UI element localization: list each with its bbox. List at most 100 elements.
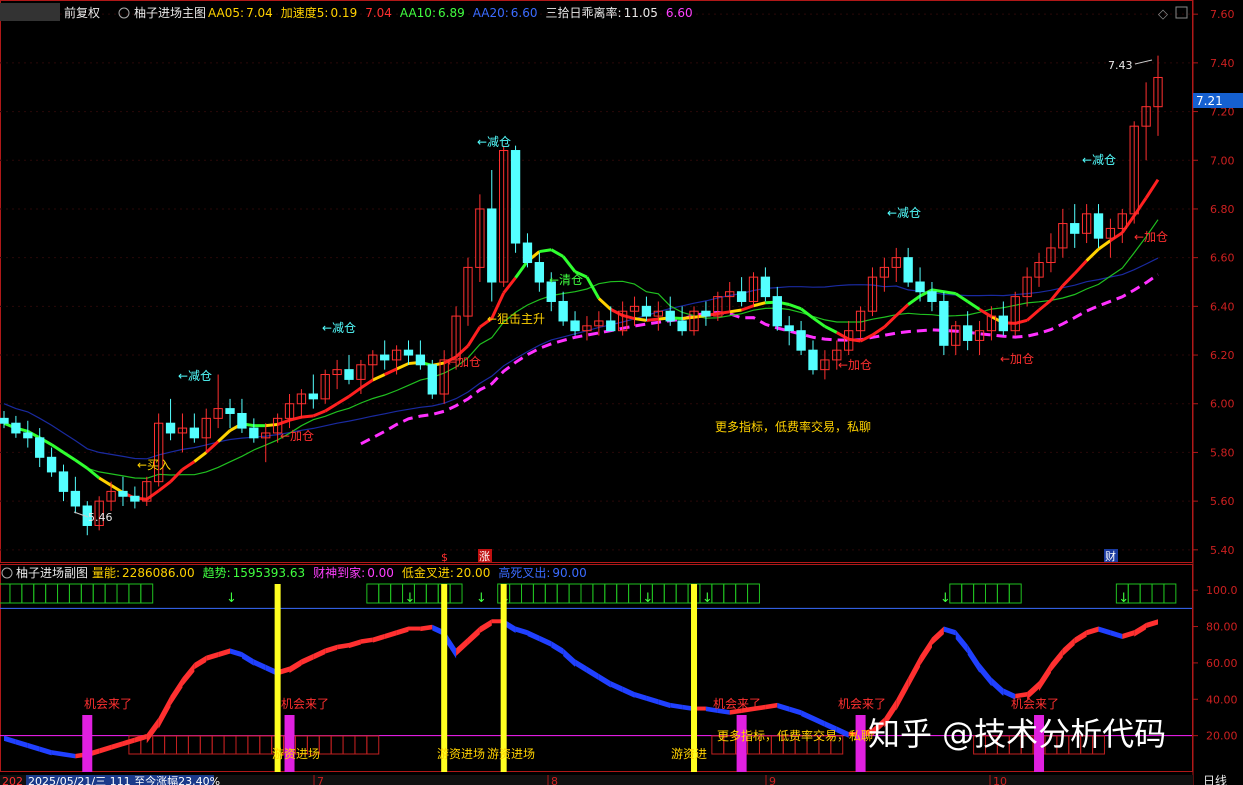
opportunity-label: 机会来了: [84, 697, 132, 711]
osc-band-segment: [646, 695, 659, 705]
green-signal-box: [735, 583, 749, 604]
green-signal-box: [1163, 583, 1177, 604]
main-indicator-title[interactable]: 柚子进场主图: [134, 5, 206, 20]
yellow-signal-bar: [274, 584, 281, 772]
candle-body: [189, 427, 200, 439]
green-signal-box: [604, 583, 618, 604]
osc-tick-label: 100.0: [1206, 584, 1238, 597]
mode-label[interactable]: 前复权: [64, 5, 100, 20]
candle-body: [427, 364, 437, 395]
ma-trend-segment: [169, 468, 184, 483]
red-signal-box: [211, 735, 225, 755]
candle-body: [570, 320, 580, 332]
add-position-signal: ←加仓: [838, 358, 872, 372]
ma-trend-segment: [145, 489, 160, 501]
indicator-value: 11.05: [624, 6, 658, 20]
ma-trend-segment: [50, 443, 65, 454]
osc-band-segment: [979, 662, 992, 687]
current-price-value: 7.21: [1196, 94, 1223, 108]
ma-trend-segment: [466, 326, 482, 347]
green-signal-box: [996, 583, 1010, 604]
green-signal-box: [949, 583, 963, 604]
price-tick-label: 7.40: [1210, 57, 1235, 70]
candle-body: [1070, 223, 1080, 234]
red-signal-box: [235, 735, 249, 755]
green-signal-box: [675, 583, 689, 604]
green-down-arrow-icon: ↓: [476, 591, 487, 606]
ma-trend-segment: [622, 314, 635, 320]
ma-trend-segment: [157, 480, 172, 492]
osc-band-segment: [1098, 626, 1111, 636]
ma-trend-segment: [824, 325, 838, 334]
indicator-value: 6.60: [511, 6, 538, 20]
candle-body: [510, 150, 521, 244]
candle-body: [784, 325, 794, 332]
sub-settings-circle-icon[interactable]: [1, 567, 13, 579]
ma-trend-segment: [848, 337, 861, 343]
hot-money-label: 游资进场: [272, 747, 320, 761]
price-grid: [0, 13, 1192, 551]
diamond-icon[interactable]: ◇: [1158, 7, 1168, 22]
opportunity-label: 机会来了: [713, 697, 761, 711]
osc-band-segment: [337, 642, 350, 650]
osc-band-segment: [789, 706, 802, 716]
osc-band-segment: [360, 637, 373, 644]
candle-body: [796, 330, 806, 351]
green-signal-box: [961, 583, 975, 604]
candle-body: [772, 296, 782, 327]
ma-trend-segment: [871, 325, 886, 337]
price-tick-label: 6.80: [1210, 203, 1235, 216]
red-signal-box: [164, 735, 178, 755]
window-icon[interactable]: [1175, 6, 1188, 19]
settings-circle-icon[interactable]: [118, 7, 130, 19]
green-signal-box: [568, 583, 582, 604]
ma-trend-segment: [597, 297, 612, 311]
ma-trend-segment: [788, 303, 802, 311]
indicator-value: 7.04: [246, 6, 273, 20]
osc-band-segment: [63, 752, 76, 759]
candle-body: [130, 495, 140, 502]
ma-thin-green-line: [3, 219, 1159, 479]
green-signal-box: [21, 583, 35, 604]
high-pointer-line: [1134, 59, 1153, 65]
red-signal-box: [330, 735, 344, 755]
indicator-value: 6.89: [438, 6, 465, 20]
ma-trend-segment: [1014, 318, 1028, 325]
indicator-label: 三拾日乖离率:: [546, 5, 622, 20]
ma-trend-segment: [550, 248, 564, 258]
opportunity-label: 机会来了: [1011, 697, 1059, 711]
green-signal-box: [521, 583, 534, 604]
ma-trend-segment: [741, 304, 755, 312]
hot-money-label: 游资进: [671, 747, 707, 761]
green-down-arrow-icon: ↓: [642, 591, 653, 606]
ma-trend-segment: [1144, 178, 1160, 199]
ma-trend-segment: [1061, 272, 1076, 287]
osc-band-segment: [527, 630, 540, 642]
osc-band-segment: [4, 735, 16, 745]
ma-trend-segment: [502, 276, 517, 294]
candle-body: [677, 320, 687, 332]
sub-indicator-title[interactable]: 柚子进场副图: [16, 565, 88, 580]
osc-band-segment: [372, 633, 385, 643]
ma-trend-segment: [1085, 248, 1100, 262]
sub-indicator-label: 趋势:: [203, 566, 231, 580]
osc-band-segment: [943, 626, 956, 636]
osc-band-segment: [111, 741, 123, 750]
add-position-signal: ←加仓: [1000, 352, 1034, 366]
magenta-signal-bar: [736, 715, 747, 772]
green-down-arrow-icon: ↓: [404, 591, 415, 606]
price-tick-label: 7.00: [1210, 154, 1235, 167]
period-label[interactable]: 日线: [1203, 774, 1227, 785]
green-signal-box: [116, 583, 130, 604]
osc-band-segment: [634, 692, 647, 701]
green-signal-box: [509, 583, 523, 604]
sub-indicator-label: 高死叉出:: [498, 565, 550, 580]
opportunity-label: 机会来了: [281, 697, 329, 711]
add-position-signal: ←加仓: [280, 429, 314, 443]
osc-band-segment: [170, 677, 183, 706]
candle-body: [249, 427, 259, 439]
candle-body: [701, 310, 711, 317]
green-signal-box: [723, 583, 737, 604]
price-tick-label: 6.60: [1210, 252, 1235, 265]
indicator-label: AA05:: [208, 6, 244, 20]
